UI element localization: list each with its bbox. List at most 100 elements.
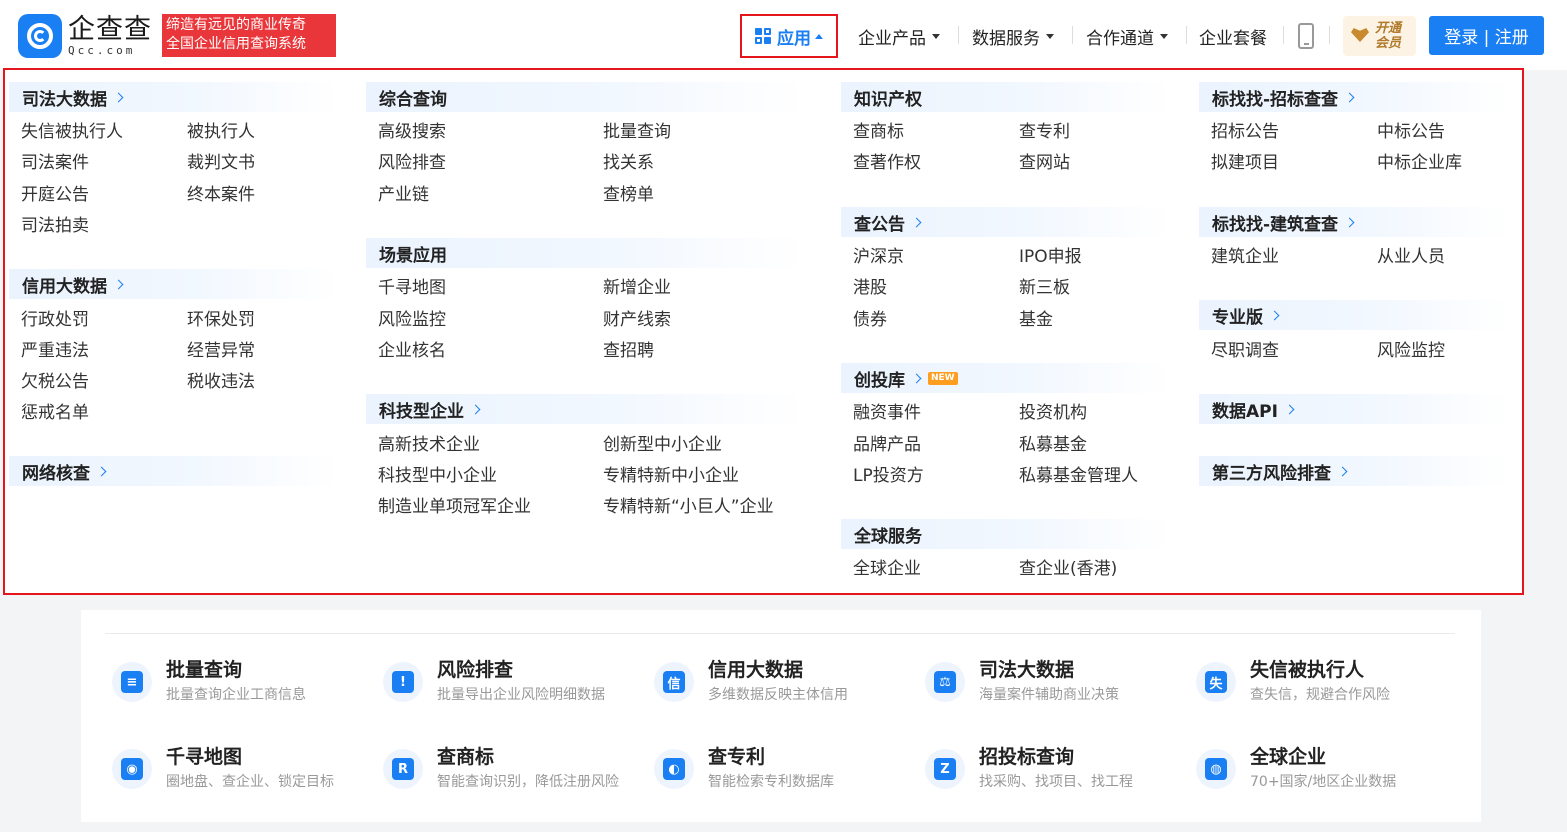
- link-pro-risk-monitor[interactable]: 风险监控: [1377, 341, 1445, 361]
- section-network[interactable]: 网络核查: [9, 456, 339, 486]
- mobile-phone-icon[interactable]: [1298, 23, 1314, 49]
- chevron-right-icon: [113, 279, 124, 289]
- section-judicial[interactable]: 司法大数据: [9, 82, 339, 112]
- feature-glyph: 信: [663, 671, 685, 693]
- link-risk-check[interactable]: 风险排查: [378, 153, 446, 173]
- vip-membership-button[interactable]: 开通 会员: [1343, 16, 1416, 56]
- link-tax-arrears[interactable]: 欠税公告: [21, 372, 89, 392]
- link-investors[interactable]: 投资机构: [1019, 403, 1087, 423]
- feature-item[interactable]: ◍ 全球企业 70+国家/地区企业数据: [1196, 745, 1396, 792]
- section-build[interactable]: 标找找-建筑查查: [1199, 207, 1509, 237]
- link-sse-szse-bse[interactable]: 沪深京: [853, 247, 904, 267]
- link-ipo[interactable]: IPO申报: [1019, 247, 1082, 267]
- link-serious-violation[interactable]: 严重违法: [21, 341, 89, 361]
- chevron-right-icon: [1344, 217, 1355, 227]
- link-qianxun-map[interactable]: 千寻地图: [378, 278, 446, 298]
- link-judicial-cases[interactable]: 司法案件: [21, 153, 89, 173]
- link-recruitment[interactable]: 查招聘: [603, 341, 654, 361]
- link-new-enterprises[interactable]: 新增企业: [603, 278, 671, 298]
- link-global-enterprises[interactable]: 全球企业: [853, 559, 921, 579]
- section-venture[interactable]: 创投库 NEW: [841, 363, 1171, 393]
- globe-icon: ◍: [1196, 749, 1236, 789]
- section-tech[interactable]: 科技型企业: [366, 394, 806, 424]
- section-credit[interactable]: 信用大数据: [9, 269, 339, 299]
- link-executed[interactable]: 被执行人: [187, 122, 255, 142]
- link-abnormal-operation[interactable]: 经营异常: [187, 341, 255, 361]
- section-pro[interactable]: 专业版: [1199, 300, 1509, 330]
- link-copyright[interactable]: 查著作权: [853, 153, 921, 173]
- link-patent[interactable]: 查专利: [1019, 122, 1070, 142]
- feature-item[interactable]: Z 招投标查询 找采购、找项目、找工程: [925, 745, 1133, 792]
- qcc-logo[interactable]: 企查查 Qcc.com: [18, 14, 152, 58]
- nav-app-menu[interactable]: 应用: [740, 14, 838, 58]
- section-bid[interactable]: 标找找-招标查查: [1199, 82, 1509, 112]
- link-hk-enterprises[interactable]: 查企业(香港): [1019, 559, 1117, 579]
- login-register-button[interactable]: 登录 | 注册: [1429, 16, 1544, 55]
- link-high-tech[interactable]: 高新技术企业: [378, 435, 480, 455]
- link-winner-database[interactable]: 中标企业库: [1377, 153, 1462, 173]
- link-hk-stocks[interactable]: 港股: [853, 278, 887, 298]
- link-env-penalty[interactable]: 环保处罚: [187, 310, 255, 330]
- link-name-check[interactable]: 企业核名: [378, 341, 446, 361]
- section-third-party[interactable]: 第三方风险排查: [1199, 456, 1509, 486]
- feature-item[interactable]: ◐ 查专利 智能检索专利数据库: [654, 745, 834, 792]
- link-rankings[interactable]: 查榜单: [603, 185, 654, 205]
- link-bonds[interactable]: 债券: [853, 310, 887, 330]
- link-bid-notices[interactable]: 招标公告: [1211, 122, 1279, 142]
- section-scenario[interactable]: 场景应用: [366, 238, 806, 268]
- link-practitioners[interactable]: 从业人员: [1377, 247, 1445, 267]
- link-industry-chain[interactable]: 产业链: [378, 185, 429, 205]
- link-batch-query[interactable]: 批量查询: [603, 122, 671, 142]
- link-construction-enterprises[interactable]: 建筑企业: [1211, 247, 1279, 267]
- section-announce[interactable]: 查公告: [841, 207, 1171, 237]
- link-dishonest-executed[interactable]: 失信被执行人: [21, 122, 123, 142]
- nav-partnership[interactable]: 合作通道: [1086, 24, 1168, 49]
- section-api[interactable]: 数据API: [1199, 394, 1509, 424]
- link-tax-violation[interactable]: 税收违法: [187, 372, 255, 392]
- feature-item[interactable]: ! 风险排查 批量导出企业风险明细数据: [383, 658, 605, 705]
- nav-data-services[interactable]: 数据服务: [972, 24, 1054, 49]
- chevron-right-icon: [1344, 92, 1355, 102]
- feature-item[interactable]: ≡ 批量查询 批量查询企业工商信息: [112, 658, 306, 705]
- feature-item[interactable]: ◉ 千寻地图 圈地盘、查企业、锁定目标: [112, 745, 334, 792]
- link-tech-sme[interactable]: 科技型中小企业: [378, 466, 497, 486]
- feature-item[interactable]: 失 失信被执行人 查失信，规避合作风险: [1196, 658, 1390, 705]
- feature-description: 多维数据反映主体信用: [708, 687, 848, 703]
- link-due-diligence[interactable]: 尽职调查: [1211, 341, 1279, 361]
- feature-item[interactable]: 信 信用大数据 多维数据反映主体信用: [654, 658, 848, 705]
- link-innovative-sme[interactable]: 创新型中小企业: [603, 435, 722, 455]
- link-manufacturing-champion[interactable]: 制造业单项冠军企业: [378, 497, 531, 517]
- top-header: 企查查 Qcc.com 缔造有远见的商业传奇 全国企业信用查询系统 应用 企业产…: [0, 0, 1567, 70]
- section-global[interactable]: 全球服务: [841, 519, 1171, 549]
- link-website[interactable]: 查网站: [1019, 153, 1070, 173]
- link-asset-clues[interactable]: 财产线索: [603, 310, 671, 330]
- link-award-notices[interactable]: 中标公告: [1377, 122, 1445, 142]
- link-specialized-sme[interactable]: 专精特新中小企业: [603, 466, 739, 486]
- link-advanced-search[interactable]: 高级搜索: [378, 122, 446, 142]
- link-financing-events[interactable]: 融资事件: [853, 403, 921, 423]
- link-trademark[interactable]: 查商标: [853, 122, 904, 142]
- link-punishment-list[interactable]: 惩戒名单: [21, 403, 89, 423]
- link-little-giant[interactable]: 专精特新“小巨人”企业: [603, 497, 774, 517]
- link-brand-products[interactable]: 品牌产品: [853, 435, 921, 455]
- link-proposed-projects[interactable]: 拟建项目: [1211, 153, 1279, 173]
- link-risk-monitor[interactable]: 风险监控: [378, 310, 446, 330]
- section-comprehensive[interactable]: 综合查询: [366, 82, 806, 112]
- link-terminated-cases[interactable]: 终本案件: [187, 185, 255, 205]
- link-private-funds[interactable]: 私募基金: [1019, 435, 1087, 455]
- map-pin-icon: ◉: [112, 749, 152, 789]
- link-lp-investors[interactable]: LP投资方: [853, 466, 924, 486]
- link-neeq[interactable]: 新三板: [1019, 278, 1070, 298]
- link-find-relation[interactable]: 找关系: [603, 153, 654, 173]
- nav-enterprise-products[interactable]: 企业产品: [858, 24, 940, 49]
- feature-item[interactable]: R 查商标 智能查询识别，降低注册风险: [383, 745, 619, 792]
- link-judicial-auction[interactable]: 司法拍卖: [21, 216, 89, 236]
- link-judgments[interactable]: 裁判文书: [187, 153, 255, 173]
- section-ip[interactable]: 知识产权: [841, 82, 1171, 112]
- nav-enterprise-package[interactable]: 企业套餐: [1199, 24, 1267, 49]
- link-fund-managers[interactable]: 私募基金管理人: [1019, 466, 1138, 486]
- link-funds[interactable]: 基金: [1019, 310, 1053, 330]
- link-admin-penalty[interactable]: 行政处罚: [21, 310, 89, 330]
- feature-item[interactable]: ⚖ 司法大数据 海量案件辅助商业决策: [925, 658, 1119, 705]
- link-court-notices[interactable]: 开庭公告: [21, 185, 89, 205]
